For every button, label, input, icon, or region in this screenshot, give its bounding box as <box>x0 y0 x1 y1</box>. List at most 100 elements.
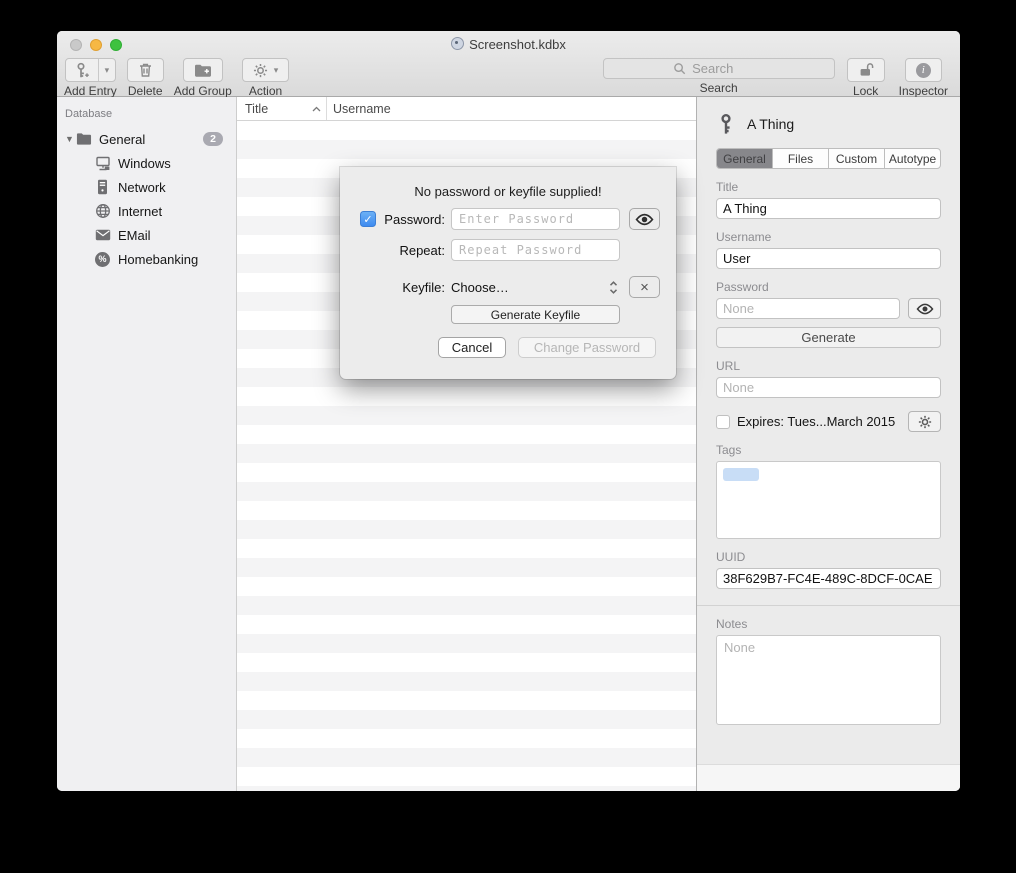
toolbar: ▾ Add Entry Delete <box>57 57 960 97</box>
inspector-panel: A Thing General Files Custom Autotype Ti… <box>696 97 960 791</box>
sidebar-item-label: Internet <box>118 204 162 219</box>
expires-row: Expires: Tues...March 2015 <box>716 411 941 432</box>
username-field[interactable] <box>716 248 941 269</box>
expires-checkbox[interactable] <box>716 415 730 429</box>
action-label: Action <box>249 84 282 98</box>
tags-label: Tags <box>716 443 941 457</box>
password-field-label: Password <box>716 280 941 294</box>
uuid-label: UUID <box>716 550 941 564</box>
dialog-buttons: Cancel Change Password <box>438 337 656 358</box>
folder-icon <box>75 131 92 148</box>
globe-icon <box>94 203 111 220</box>
sidebar-item-general[interactable]: ▼ General 2 <box>57 127 236 151</box>
main-content: Database ▼ General 2 Windows <box>57 97 960 791</box>
notes-field[interactable] <box>716 635 941 725</box>
sidebar-item-label: Homebanking <box>118 252 198 267</box>
keyfile-value: Choose… <box>451 280 509 295</box>
sidebar-item-label: Network <box>118 180 166 195</box>
window-title-bar: Screenshot.kdbx <box>57 37 960 52</box>
tab-files[interactable]: Files <box>773 149 829 168</box>
inspector-tabs: General Files Custom Autotype <box>716 148 941 169</box>
tab-custom[interactable]: Custom <box>829 149 885 168</box>
inspector-label: Inspector <box>899 84 948 98</box>
sidebar-item-windows[interactable]: Windows <box>57 151 236 175</box>
change-password-dialog: No password or keyfile supplied! ✓ Passw… <box>340 167 676 379</box>
sidebar-item-internet[interactable]: Internet <box>57 199 236 223</box>
search-field[interactable] <box>603 58 835 79</box>
generate-keyfile-button[interactable]: Generate Keyfile <box>451 305 620 324</box>
title-field[interactable] <box>716 198 941 219</box>
add-group-label: Add Group <box>174 84 232 98</box>
toolbar-add-group: Add Group <box>174 58 232 98</box>
url-field[interactable] <box>716 377 941 398</box>
cancel-button[interactable]: Cancel <box>438 337 506 358</box>
sidebar-item-label: EMail <box>118 228 151 243</box>
percent-icon: % <box>94 251 111 268</box>
inspector-button[interactable]: i <box>905 58 942 82</box>
inspector-footer <box>697 764 960 791</box>
add-entry-button[interactable]: ▾ <box>65 58 117 82</box>
toolbar-search: Search <box>603 58 835 95</box>
sidebar-header: Database <box>57 97 236 127</box>
sidebar-item-homebanking[interactable]: % Homebanking <box>57 247 236 271</box>
notes-label: Notes <box>716 617 941 631</box>
tag-pill[interactable] <box>723 468 759 481</box>
add-group-button[interactable] <box>183 58 223 82</box>
uuid-field[interactable] <box>716 568 941 589</box>
password-label: Password: <box>380 212 445 227</box>
key-plus-icon[interactable] <box>66 59 98 81</box>
clear-keyfile-button[interactable]: × <box>629 276 660 298</box>
toolbar-add-entry: ▾ Add Entry <box>64 58 117 98</box>
reveal-password-button[interactable] <box>908 298 941 319</box>
chevron-down-icon: ▾ <box>274 66 279 75</box>
column-title-label: Title <box>245 102 268 116</box>
delete-label: Delete <box>128 84 163 98</box>
password-checkbox[interactable]: ✓ <box>360 211 376 227</box>
search-input[interactable] <box>690 60 764 77</box>
app-window: Screenshot.kdbx ▾ Add Entry <box>57 31 960 791</box>
eye-icon <box>635 213 654 226</box>
search-label: Search <box>700 81 738 95</box>
keyfile-popup[interactable]: Choose… <box>451 280 620 295</box>
generate-password-button[interactable]: Generate <box>716 327 941 348</box>
tab-general[interactable]: General <box>717 149 773 168</box>
window-chrome: Screenshot.kdbx ▾ Add Entry <box>57 31 960 97</box>
chevron-down-icon: ▾ <box>105 66 110 75</box>
sidebar-item-label: Windows <box>118 156 171 171</box>
tab-autotype[interactable]: Autotype <box>885 149 940 168</box>
action-button[interactable]: ▾ <box>242 58 290 82</box>
delete-button[interactable] <box>127 58 164 82</box>
sort-ascending-icon <box>312 106 321 112</box>
disclosure-triangle-icon[interactable]: ▼ <box>65 134 75 144</box>
show-password-button[interactable] <box>629 208 660 230</box>
column-header-title[interactable]: Title <box>237 97 327 120</box>
lock-button[interactable] <box>847 58 885 82</box>
toolbar-lock: Lock <box>847 58 885 98</box>
key-icon <box>716 113 736 135</box>
change-password-button[interactable]: Change Password <box>518 337 656 358</box>
username-field-label: Username <box>716 230 941 244</box>
unlocked-padlock-icon <box>858 62 874 78</box>
inspector-divider <box>697 605 960 606</box>
lock-label: Lock <box>853 84 878 98</box>
column-header-username[interactable]: Username <box>327 102 391 116</box>
keyfile-label: Keyfile: <box>380 280 445 295</box>
enter-password-input[interactable] <box>451 208 620 230</box>
expires-settings-button[interactable] <box>908 411 941 432</box>
table-header: Title Username <box>237 97 696 121</box>
add-entry-dropdown[interactable]: ▾ <box>98 59 116 81</box>
title-field-label: Title <box>716 180 941 194</box>
expires-label: Expires: Tues...March 2015 <box>737 414 901 429</box>
x-icon: × <box>640 280 649 295</box>
toolbar-action: ▾ Action <box>242 58 290 98</box>
sidebar: Database ▼ General 2 Windows <box>57 97 237 791</box>
password-field[interactable] <box>716 298 900 319</box>
repeat-password-input[interactable] <box>451 239 620 261</box>
entry-title: A Thing <box>747 116 794 132</box>
sidebar-item-email[interactable]: EMail <box>57 223 236 247</box>
tags-box[interactable] <box>716 461 941 539</box>
url-field-label: URL <box>716 359 941 373</box>
sidebar-item-network[interactable]: Network <box>57 175 236 199</box>
trash-icon <box>138 62 153 78</box>
toolbar-inspector: i Inspector <box>899 58 948 98</box>
